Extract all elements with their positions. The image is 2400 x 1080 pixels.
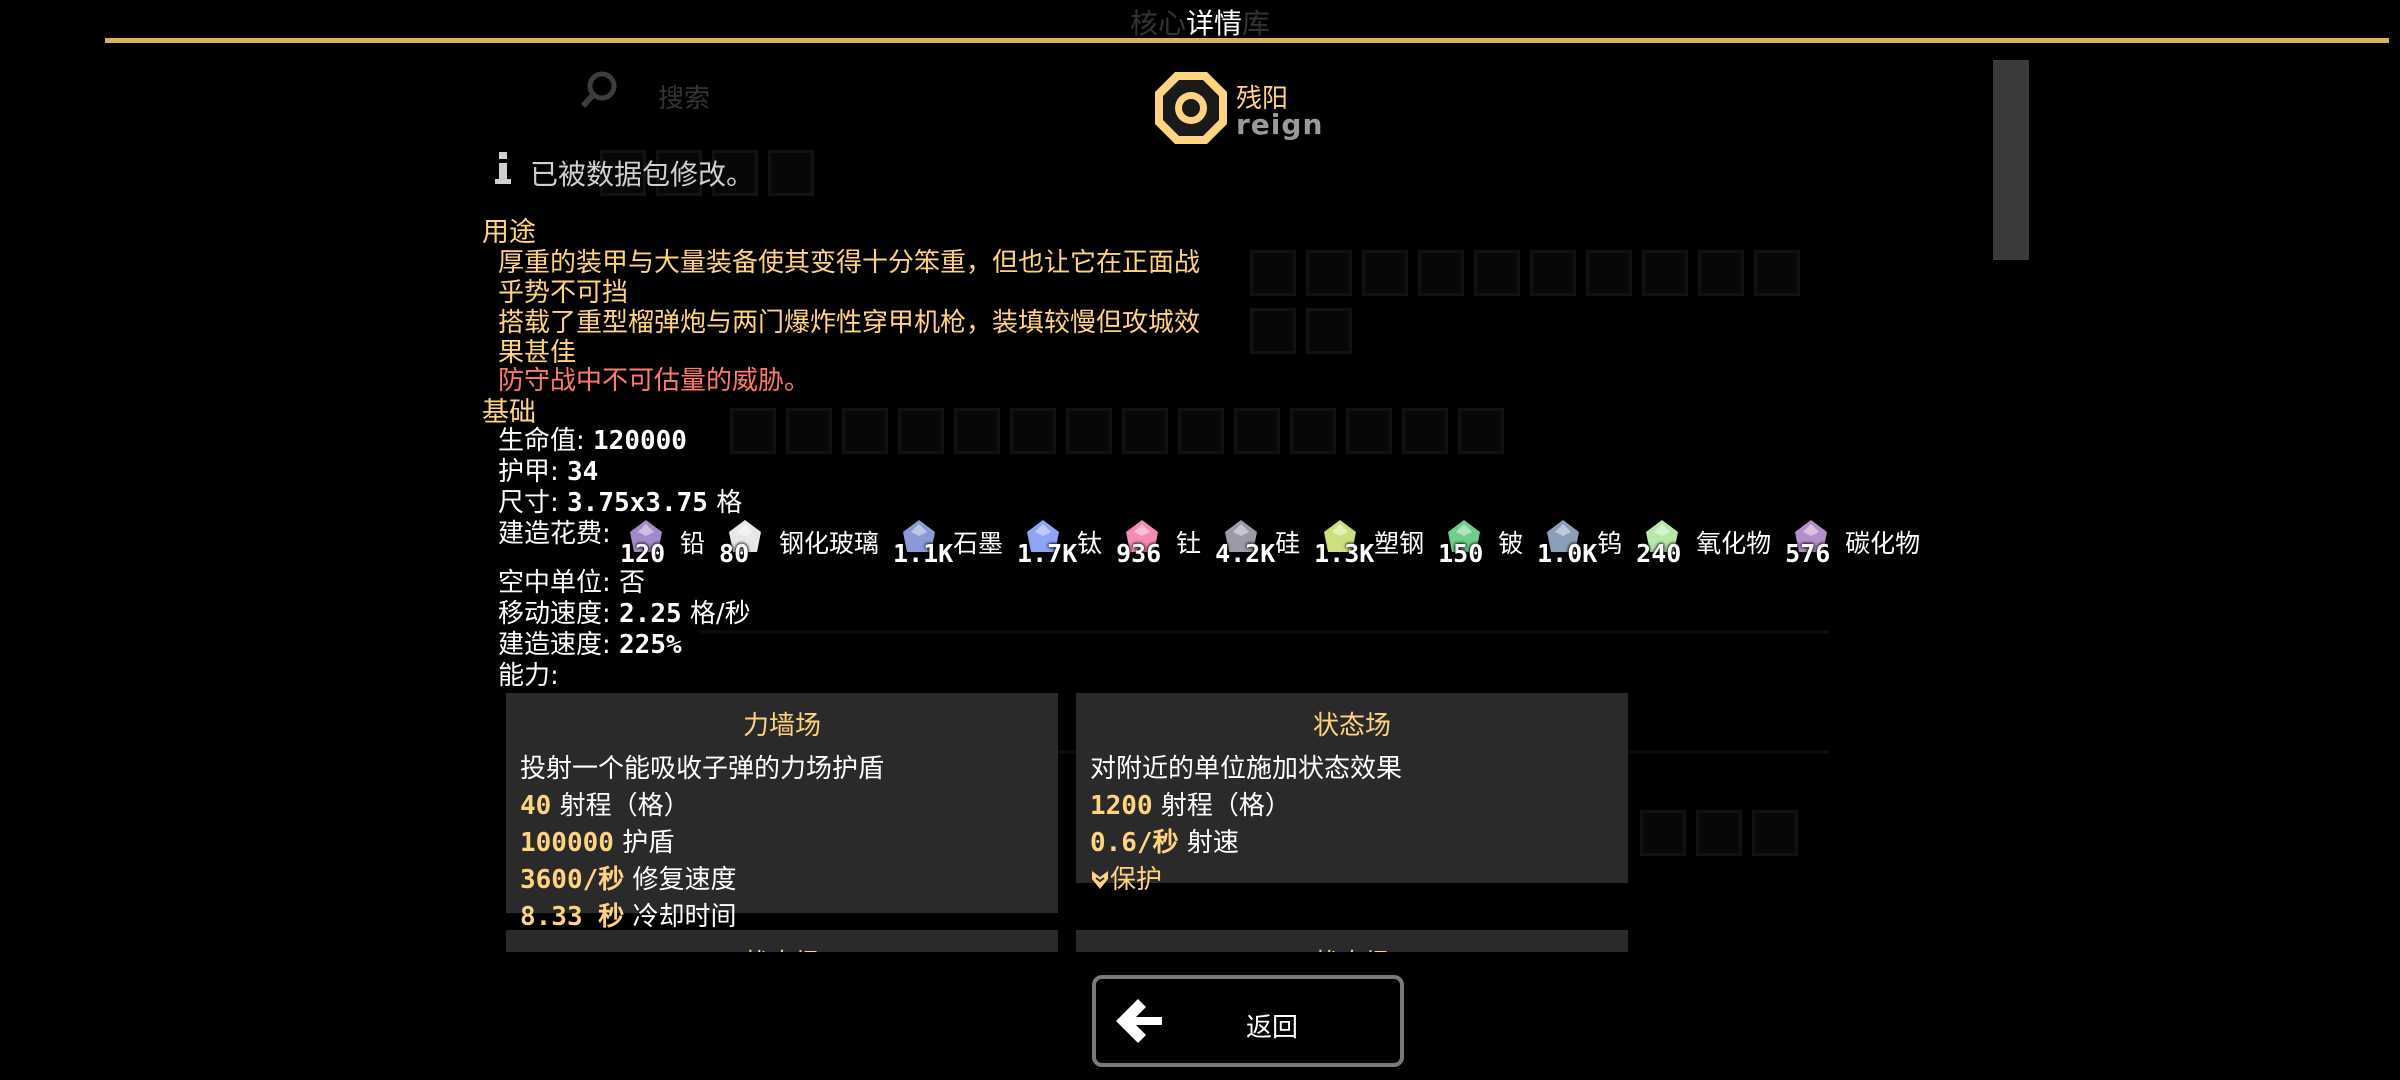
ability-stat-label: 护盾 — [622, 828, 675, 858]
protect-effect-icon — [1092, 871, 1108, 889]
ability-stat-label: 冷却时间 — [632, 902, 737, 932]
cost-item: 80 — [719, 518, 771, 568]
cost-amount: 240 — [1636, 539, 1682, 568]
cost-entry: 150 铍 — [1438, 518, 1524, 568]
ability-stat-value: 100000 — [520, 828, 614, 858]
ability-title: 状态场 — [1076, 943, 1628, 952]
usage-line-threat: 防守战中不可估量的威胁。 — [498, 366, 811, 396]
cost-item: 240 — [1636, 518, 1688, 568]
cost-material-name: 碳化物 — [1845, 529, 1921, 558]
cost-item: 1.0K — [1537, 518, 1597, 568]
cost-entry: 1.7K 钛 — [1017, 518, 1103, 568]
cost-item: 936 — [1116, 518, 1168, 568]
cost-entry: 4.2K 硅 — [1215, 518, 1301, 568]
cost-material-name: 塑钢 — [1374, 529, 1425, 558]
ability-stat-value: 8.33 秒 — [520, 902, 625, 932]
ability-stat-label: 修复速度 — [632, 865, 737, 895]
cost-material-name: 硅 — [1275, 529, 1301, 558]
cost-item: 150 — [1438, 518, 1490, 568]
ability-stat-label: 射程（格） — [559, 791, 690, 821]
cost-entry: 1.3K 塑钢 — [1314, 518, 1425, 568]
ability-desc: 投射一个能吸收子弹的力场护盾 — [520, 754, 885, 784]
cost-item: 120 — [620, 518, 672, 568]
cost-entry: 1.1K 石墨 — [893, 518, 1004, 568]
search-input[interactable]: 搜索 — [658, 78, 710, 115]
cost-entry: 576 碳化物 — [1785, 518, 1921, 568]
cost-material-name: 钨 — [1597, 529, 1623, 558]
cost-entry: 80 钢化玻璃 — [719, 518, 880, 568]
cost-item: 1.7K — [1017, 518, 1077, 568]
ability-card-clipped: 状态场 — [1076, 930, 1628, 952]
ability-stat-value: 3600/秒 — [520, 865, 625, 895]
cost-entry: 1.0K 钨 — [1537, 518, 1623, 568]
cost-amount: 1.0K — [1537, 539, 1598, 568]
cost-amount: 1.3K — [1314, 539, 1375, 568]
cost-material-name: 钢化玻璃 — [779, 529, 880, 558]
dialog-title-text: 详情 — [1185, 7, 1242, 40]
ability-stat-value: 0.6/秒 — [1090, 828, 1179, 858]
cost-material-name: 钍 — [1176, 529, 1202, 558]
health-value: 120000 — [593, 426, 687, 456]
back-button-label: 返回 — [1246, 1013, 1299, 1043]
speed-unit: 格/秒 — [689, 599, 751, 629]
unit-internal-name: reign — [1236, 108, 1324, 141]
cost-amount: 936 — [1116, 539, 1162, 568]
ability-card-force-field: 力墙场 投射一个能吸收子弹的力场护盾 40 射程（格） 100000 护盾 36… — [506, 693, 1058, 932]
back-arrow-icon — [1116, 999, 1162, 1043]
cost-material-name: 铅 — [680, 529, 706, 558]
cost-material-name: 石墨 — [953, 529, 1004, 558]
cost-amount: 576 — [1785, 539, 1831, 568]
abilities-label: 能力: — [498, 661, 559, 691]
cost-amount: 1.1K — [893, 539, 954, 568]
dialog-title: 核心详情库 — [0, 2, 2400, 42]
modified-note: 已被数据包修改。 — [530, 158, 755, 191]
cost-material-name: 氧化物 — [1696, 529, 1772, 558]
cost-item: 4.2K — [1215, 518, 1275, 568]
cost-entry: 936 钍 — [1116, 518, 1202, 568]
ability-card-status-field: 状态场 对附近的单位施加状态效果 1200 射程（格） 0.6/秒 射速 保护 — [1076, 693, 1628, 895]
cost-item: 576 — [1785, 518, 1837, 568]
cost-label: 建造花费: — [498, 519, 611, 549]
ability-stat: 40 射程（格） — [520, 785, 1044, 822]
ability-effect-label: 保护 — [1110, 865, 1163, 895]
cost-amount: 4.2K — [1215, 539, 1276, 568]
cost-amount: 1.7K — [1017, 539, 1078, 568]
ability-title: 状态场 — [1312, 711, 1391, 741]
search-icon — [580, 71, 617, 109]
scrollbar[interactable] — [1993, 60, 2029, 260]
title-divider — [105, 38, 2389, 43]
info-icon — [495, 152, 511, 184]
ability-stat-label: 射速 — [1186, 828, 1239, 858]
usage-line: 搭载了重型榴弹炮与两门爆炸性穿甲机枪，装填较慢但攻城效 — [498, 308, 1201, 338]
ability-stat: 8.33 秒 冷却时间 — [520, 896, 1044, 933]
ability-stat-value: 40 — [520, 791, 552, 821]
unit-reign-icon — [1155, 72, 1227, 144]
ability-desc: 对附近的单位施加状态效果 — [1090, 754, 1403, 784]
cost-material-name: 钛 — [1077, 529, 1103, 558]
ability-effect: 保护 — [1090, 859, 1614, 896]
back-button[interactable]: 返回 — [1092, 975, 1404, 1067]
ability-card-clipped: 状态场 — [506, 930, 1058, 952]
background-title-right: 库 — [1242, 7, 1271, 40]
ability-title: 状态场 — [506, 943, 1058, 952]
cost-entry: 240 氧化物 — [1636, 518, 1772, 568]
cost-item: 1.1K — [893, 518, 953, 568]
background-title-left: 核心 — [1129, 7, 1186, 40]
build-speed-value: 225% — [619, 630, 682, 660]
cost-item: 1.3K — [1314, 518, 1374, 568]
cost-list: 120 铅 80 钢化玻璃 1.1K 石墨 1.7K 钛 936 钍 4.2K 硅 1.3K 塑钢 150 铍… — [620, 512, 1930, 568]
ability-stat: 1200 射程（格） — [1090, 785, 1614, 822]
ability-stat-value: 1200 — [1090, 791, 1153, 821]
ability-stat-label: 射程（格） — [1160, 791, 1291, 821]
cost-amount: 150 — [1438, 539, 1484, 568]
ability-stat: 3600/秒 修复速度 — [520, 859, 1044, 896]
cost-material-name: 铍 — [1498, 529, 1524, 558]
ability-stat: 100000 护盾 — [520, 822, 1044, 859]
cost-entry: 120 铅 — [620, 518, 706, 568]
ability-title: 力墙场 — [742, 711, 821, 741]
ability-stat: 0.6/秒 射速 — [1090, 822, 1614, 859]
cost-amount: 80 — [719, 539, 750, 568]
